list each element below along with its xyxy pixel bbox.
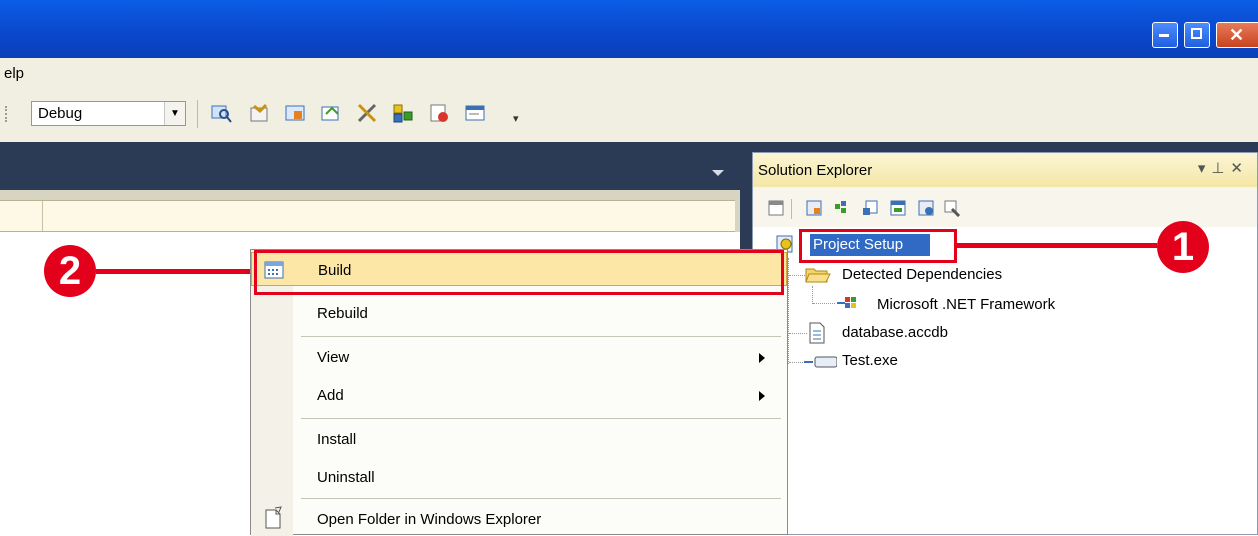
close-icon: ✕ bbox=[1229, 25, 1245, 45]
menu-item-label: Rebuild bbox=[317, 305, 368, 322]
tree-item-detected-dependencies[interactable]: Detected Dependencies bbox=[842, 266, 1002, 283]
restore-icon bbox=[1191, 28, 1202, 39]
menu-bar: elp bbox=[0, 58, 1258, 88]
active-files-dropdown-icon[interactable] bbox=[712, 170, 724, 176]
editor-header-strip bbox=[0, 200, 735, 232]
restore-button[interactable] bbox=[1184, 22, 1210, 48]
tree-line bbox=[789, 362, 803, 363]
solution-explorer-panel: Solution Explorer ▾⊥✕ bbox=[752, 152, 1258, 535]
submenu-arrow-icon bbox=[759, 391, 765, 401]
document-tab-well bbox=[0, 142, 740, 190]
start-page-icon[interactable] bbox=[428, 102, 450, 124]
class-view-icon[interactable] bbox=[392, 102, 414, 124]
tree-line bbox=[789, 333, 807, 334]
file-types-editor-icon[interactable] bbox=[861, 199, 879, 217]
pin-icon[interactable]: ⊥ bbox=[1211, 160, 1230, 177]
open-folder-icon bbox=[265, 506, 282, 529]
toolbar-grip[interactable] bbox=[5, 106, 9, 122]
window-position-icon[interactable]: ▾ bbox=[1198, 160, 1212, 177]
user-interface-editor-icon[interactable] bbox=[889, 199, 907, 217]
tree-line bbox=[789, 275, 805, 276]
menu-item-rebuild[interactable]: Rebuild bbox=[251, 296, 787, 330]
callout-highlight-project bbox=[799, 229, 957, 263]
toolbar: Debug ▼ ▾ bbox=[0, 88, 1258, 142]
solution-explorer-title: Solution Explorer bbox=[758, 162, 873, 179]
menu-help[interactable]: elp bbox=[4, 65, 24, 82]
callout-badge-2: 2 bbox=[44, 245, 96, 297]
menu-separator bbox=[301, 418, 781, 419]
menu-item-add[interactable]: Add bbox=[251, 378, 787, 412]
tree-item-database[interactable]: database.accdb bbox=[842, 324, 948, 341]
callout-highlight-build bbox=[254, 250, 784, 295]
callout-badge-1: 1 bbox=[1157, 221, 1209, 273]
toolbox-icon[interactable] bbox=[320, 102, 342, 124]
file-icon bbox=[809, 322, 825, 344]
solution-explorer-header: Solution Explorer ▾⊥✕ bbox=[753, 153, 1257, 188]
merge-module-icon bbox=[837, 297, 856, 308]
command-window-icon[interactable] bbox=[464, 102, 486, 124]
menu-item-view[interactable]: View bbox=[251, 340, 787, 374]
menu-item-open-folder[interactable]: Open Folder in Windows Explorer bbox=[251, 502, 787, 536]
file-system-editor-icon[interactable] bbox=[805, 199, 823, 217]
minimize-button[interactable] bbox=[1152, 22, 1178, 48]
menu-item-label: Add bbox=[317, 387, 344, 404]
launch-conditions-editor-icon[interactable] bbox=[943, 199, 961, 217]
submenu-arrow-icon bbox=[759, 353, 765, 363]
toolbar-separator bbox=[791, 199, 792, 219]
menu-item-label: Install bbox=[317, 431, 357, 448]
minimize-icon bbox=[1159, 34, 1169, 37]
tree-line bbox=[812, 286, 813, 304]
menu-item-install[interactable]: Install bbox=[251, 422, 787, 456]
tree-line bbox=[788, 258, 789, 364]
tools-icon[interactable] bbox=[356, 102, 378, 124]
object-browser-icon[interactable] bbox=[284, 102, 306, 124]
executable-icon bbox=[804, 356, 837, 368]
properties-icon[interactable] bbox=[248, 102, 270, 124]
toolbar-overflow-icon[interactable]: ▾ bbox=[513, 112, 519, 125]
menu-item-label: Uninstall bbox=[317, 469, 375, 486]
close-button[interactable]: ✕ bbox=[1216, 22, 1258, 48]
properties-icon[interactable] bbox=[767, 199, 785, 217]
menu-separator bbox=[301, 498, 781, 499]
registry-editor-icon[interactable] bbox=[833, 199, 851, 217]
tree-item-dotnet-framework[interactable]: Microsoft .NET Framework bbox=[877, 296, 1055, 313]
callout-line bbox=[957, 243, 1157, 248]
configuration-value: Debug bbox=[38, 105, 83, 122]
custom-actions-editor-icon[interactable] bbox=[917, 199, 935, 217]
window-title-bar bbox=[0, 0, 1258, 58]
callout-line bbox=[96, 269, 256, 274]
close-panel-icon[interactable]: ✕ bbox=[1230, 160, 1249, 177]
chevron-down-icon[interactable]: ▼ bbox=[164, 102, 185, 125]
toolbar-separator bbox=[197, 100, 198, 128]
solution-configuration-select[interactable]: Debug ▼ bbox=[31, 101, 186, 126]
menu-separator bbox=[301, 336, 781, 337]
tree-item-test-exe[interactable]: Test.exe bbox=[842, 352, 898, 369]
folder-open-icon bbox=[805, 268, 831, 283]
find-icon[interactable] bbox=[210, 102, 232, 124]
menu-item-label: View bbox=[317, 349, 350, 366]
tree-line bbox=[813, 303, 835, 304]
panel-controls: ▾⊥✕ bbox=[1198, 159, 1249, 177]
menu-item-label: Open Folder in Windows Explorer bbox=[317, 511, 542, 528]
menu-item-uninstall[interactable]: Uninstall bbox=[251, 460, 787, 494]
